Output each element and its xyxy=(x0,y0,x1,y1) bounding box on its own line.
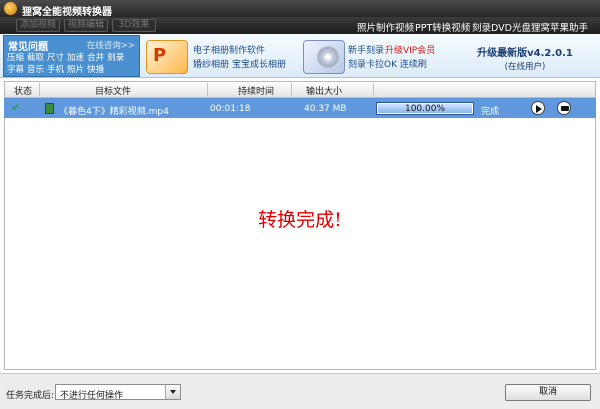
app-logo-icon xyxy=(4,2,17,15)
faq-tag[interactable]: 刻录 xyxy=(107,53,124,63)
progress-percent: 100.00% xyxy=(404,104,446,114)
folder-icon xyxy=(561,106,569,111)
faq-tag[interactable]: 照片 xyxy=(67,65,84,75)
faq-tag[interactable]: 加速 xyxy=(67,53,84,63)
faq-title: 常见问题 xyxy=(8,42,48,53)
album-software-link[interactable]: 电子相册制作软件 xyxy=(193,43,265,56)
apple-assistant-link[interactable]: 狸窝苹果助手 xyxy=(531,20,588,34)
ppt-album-icon[interactable]: P xyxy=(146,40,188,74)
task-list xyxy=(4,98,596,370)
bottom-bar: 任务完成后: 不进行任何操作 取消 xyxy=(0,373,600,409)
online-consult-link[interactable]: 在线咨询>> xyxy=(87,39,135,51)
faq-tag[interactable]: 合并 xyxy=(87,53,104,63)
duration-value: 00:01:18 xyxy=(210,104,251,114)
after-task-select[interactable]: 不进行任何操作 xyxy=(55,384,181,401)
window-title: 狸窝全能视频转换器 xyxy=(22,7,112,18)
faq-tag[interactable]: 尺寸 xyxy=(47,53,64,63)
faq-tag[interactable]: 压缩 xyxy=(7,53,24,63)
faq-tag[interactable]: 截取 xyxy=(27,53,44,63)
conversion-complete-message: 转换完成! xyxy=(258,209,342,231)
header-output-size: 输出大小 xyxy=(306,87,343,97)
add-video-button[interactable]: 添加视频 xyxy=(16,19,60,32)
faq-tag[interactable]: 字幕 xyxy=(7,65,24,75)
play-icon xyxy=(536,105,542,113)
photo-to-video-link[interactable]: 照片制作视频 xyxy=(357,20,414,34)
3d-effect-button[interactable]: 3D效果 xyxy=(112,19,156,32)
chevron-down-icon[interactable] xyxy=(165,385,180,399)
faq-tags: 压缩 截取 尺寸 加速 合并 刻录 字幕 音乐 手机 照片 快播 xyxy=(7,52,139,76)
size-value: 40.37 MB xyxy=(304,104,347,114)
dvd-burn-icon[interactable] xyxy=(303,40,345,74)
play-button[interactable] xyxy=(531,101,545,115)
header-duration: 持续时间 xyxy=(238,87,275,97)
karaoke-burn-link[interactable]: 刻录卡拉OK 连续刷 xyxy=(348,57,427,70)
vip-upgrade-link[interactable]: 升级VIP会员 xyxy=(385,43,435,56)
open-folder-button[interactable] xyxy=(557,101,571,115)
edit-video-button[interactable]: 视频编辑 xyxy=(64,19,108,32)
toolbar: 添加视频 视频编辑 3D效果 照片制作视频 PPT转换视频 刻录DVD光盘 狸窝… xyxy=(0,17,600,34)
novice-burn-link[interactable]: 新手刻录 xyxy=(348,43,384,56)
status-text: 完成 xyxy=(481,107,500,117)
header-target-file: 目标文件 xyxy=(95,87,132,97)
after-task-label: 任务完成后: xyxy=(6,391,55,401)
header-status: 状态 xyxy=(14,87,33,97)
version-upgrade-link[interactable]: 升级最新版v4.2.0.1 xyxy=(456,44,594,59)
table-row[interactable]: ✔ 《暮色4下》精彩视频.mp4 00:01:18 40.37 MB 100.0… xyxy=(4,98,596,118)
cancel-button[interactable]: 取消 xyxy=(505,384,591,401)
faq-panel: 常见问题 在线咨询>> 压缩 截取 尺寸 加速 合并 刻录 字幕 音乐 手机 照片 快播 xyxy=(3,35,140,77)
progress-bar: 100.00% xyxy=(376,102,474,115)
wedding-album-link[interactable]: 婚纱相册 xyxy=(193,57,229,70)
video-file-icon xyxy=(45,103,54,114)
check-icon: ✔ xyxy=(11,101,21,114)
faq-tag[interactable]: 手机 xyxy=(47,65,64,75)
ppt-to-video-link[interactable]: PPT转换视频 xyxy=(415,20,470,34)
title-bar: 狸窝全能视频转换器 xyxy=(0,0,600,18)
faq-tag[interactable]: 音乐 xyxy=(27,65,44,75)
baby-album-link[interactable]: 宝宝成长相册 xyxy=(232,57,286,70)
burn-dvd-link[interactable]: 刻录DVD光盘 xyxy=(472,20,531,34)
file-name: 《暮色4下》精彩视频.mp4 xyxy=(59,107,169,117)
table-header: 状态 目标文件 持续时间 输出大小 xyxy=(4,81,596,98)
online-users-text: (在线用户) xyxy=(504,62,546,72)
faq-tag[interactable]: 快播 xyxy=(87,65,104,75)
after-task-value: 不进行任何操作 xyxy=(60,391,124,401)
